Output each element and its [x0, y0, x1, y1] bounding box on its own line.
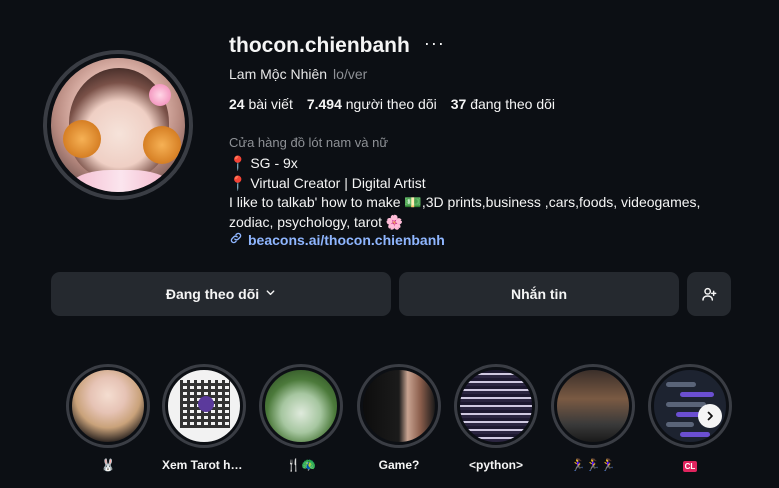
- highlight-cover: [457, 367, 535, 445]
- profile-link[interactable]: beacons.ai/thocon.chienbanh: [248, 232, 445, 248]
- fullname-row: Lam Mộc Nhiên lo/ver: [229, 66, 367, 82]
- following-button[interactable]: Đang theo dõi: [51, 272, 391, 316]
- pin-icon: 📍: [229, 155, 247, 171]
- chevron-right-icon[interactable]: [698, 404, 722, 428]
- following-stat[interactable]: 37 đang theo dõi: [451, 96, 555, 112]
- profile-stats: 24 bài viết 7.494 người theo dõi 37 đang…: [229, 96, 555, 112]
- profile-avatar[interactable]: [43, 50, 193, 200]
- add-user-button[interactable]: [687, 272, 731, 316]
- highlight-label: CL: [682, 461, 698, 472]
- highlight-cover: [69, 367, 147, 445]
- highlight-label: <python>: [468, 458, 523, 472]
- highlight-label: Game?: [378, 458, 420, 472]
- bio-line-role: 📍 Virtual Creator | Digital Artist: [229, 174, 426, 191]
- highlight-cover: [262, 367, 340, 445]
- more-horizontal-icon[interactable]: ···: [424, 34, 445, 52]
- profile-link-row: beacons.ai/thocon.chienbanh: [229, 231, 445, 248]
- story-highlight[interactable]: Xem Tarot hô...: [162, 364, 246, 472]
- link-icon: [229, 231, 243, 248]
- followers-stat[interactable]: 7.494 người theo dõi: [307, 96, 437, 112]
- bio-line-interests-cont: zodiac, psychology, tarot 🌸: [229, 213, 404, 230]
- highlight-cover: [165, 367, 243, 445]
- pin-icon: 📍: [229, 174, 247, 191]
- pronouns: lo/ver: [333, 66, 368, 82]
- highlight-label: 🍴🦚: [286, 458, 316, 472]
- following-button-label: Đang theo dõi: [165, 286, 260, 302]
- message-button[interactable]: Nhắn tin: [399, 272, 679, 316]
- username-row: thocon.chienbanh ···: [229, 34, 445, 58]
- username: thocon.chienbanh: [229, 34, 410, 57]
- bio-line-location: 📍 SG - 9x: [229, 155, 298, 171]
- highlight-label: 🐰: [100, 458, 116, 472]
- highlight-cover: [360, 367, 438, 445]
- story-highlight[interactable]: 🐰: [66, 364, 150, 472]
- posts-stat: 24 bài viết: [229, 96, 293, 112]
- highlight-label: Xem Tarot hô...: [162, 458, 246, 472]
- profile-bio: 📍 SG - 9x 📍 Virtual Creator | Digital Ar…: [229, 154, 749, 232]
- message-button-label: Nhắn tin: [511, 286, 567, 302]
- story-highlight[interactable]: 🍴🦚: [259, 364, 343, 472]
- avatar-image: [47, 54, 189, 196]
- full-name: Lam Mộc Nhiên: [229, 66, 328, 82]
- profile-category: Cửa hàng đồ lót nam và nữ: [229, 135, 389, 150]
- story-highlight[interactable]: Game?: [357, 364, 441, 472]
- chevron-down-icon: [265, 287, 276, 301]
- story-highlight[interactable]: <python>: [454, 364, 538, 472]
- highlight-label: 🏃‍♀️🏃‍♀️🏃‍♀️: [570, 458, 616, 472]
- bio-line-interests: I like to talkab' how to make 💵,3D print…: [229, 194, 701, 210]
- story-highlight[interactable]: 🏃‍♀️🏃‍♀️🏃‍♀️: [551, 364, 635, 472]
- highlight-cover: [554, 367, 632, 445]
- add-user-icon: [701, 286, 717, 302]
